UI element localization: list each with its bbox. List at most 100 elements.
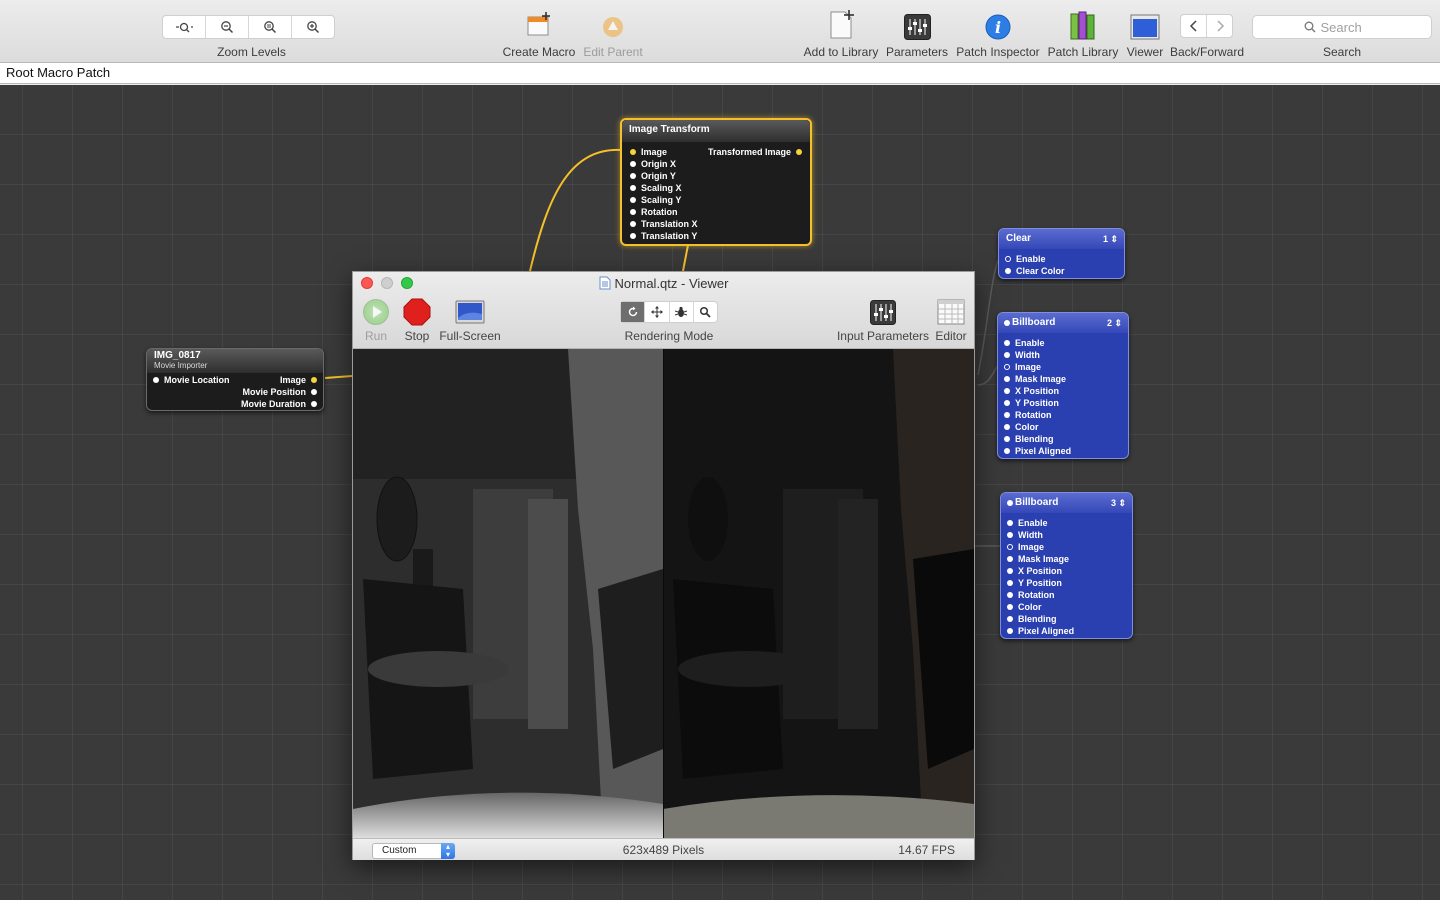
layer-number: 2 [1106, 318, 1112, 328]
port-movie-location[interactable]: Movie Location [153, 374, 230, 386]
rendering-mode-label: Rendering Mode [624, 329, 714, 343]
port-y-position[interactable]: Y Position [1007, 577, 1062, 589]
port-blending[interactable]: Blending [1007, 613, 1057, 625]
port-image[interactable]: Image [630, 146, 667, 158]
port-transformed-image[interactable]: Transformed Image [708, 146, 802, 158]
port-enable[interactable]: Enable [1004, 337, 1045, 349]
rotate-mode-button[interactable] [621, 302, 646, 322]
movie-importer-patch[interactable]: IMG_0817 Movie Importer Movie Location I… [146, 348, 324, 411]
layer-number: 1 [1102, 234, 1108, 244]
move-mode-button[interactable] [645, 302, 670, 322]
port-image[interactable]: Image [1007, 541, 1044, 553]
port-rotation[interactable]: Rotation [1007, 589, 1055, 601]
layer-stepper[interactable]: 1 ⇕ [1103, 234, 1118, 245]
port-x-position[interactable]: X Position [1007, 565, 1062, 577]
add-to-library-button[interactable] [826, 8, 856, 40]
port-dot [630, 209, 636, 215]
port-origin-y[interactable]: Origin Y [630, 170, 676, 182]
billboard-patch-3[interactable]: Billboard 3 ⇕ Enable Width Image Mask Ima… [1000, 492, 1133, 639]
zoom-actual-button[interactable] [249, 16, 292, 38]
port-label: Enable [1018, 518, 1048, 528]
port-clear-color[interactable]: Clear Color [1005, 265, 1065, 277]
port-movie-duration[interactable]: Movie Duration [241, 398, 317, 410]
layer-stepper[interactable]: 2 ⇕ [1107, 318, 1122, 329]
port-image-out[interactable]: Image [280, 374, 317, 386]
books-icon [1070, 11, 1095, 40]
port-pixel-aligned[interactable]: Pixel Aligned [1004, 445, 1071, 457]
port-blending[interactable]: Blending [1004, 433, 1054, 445]
search-field[interactable] [1252, 15, 1432, 39]
port-dot [1005, 268, 1011, 274]
input-parameters-button[interactable] [870, 300, 896, 325]
port-rotation[interactable]: Rotation [1004, 409, 1052, 421]
port-mask-image[interactable]: Mask Image [1007, 553, 1069, 565]
port-label: Image [279, 375, 306, 385]
breadcrumb[interactable]: Root Macro Patch [6, 65, 110, 80]
zoom-in-button[interactable] [292, 16, 334, 38]
zoom-out-button[interactable] [206, 16, 249, 38]
zoom-fit-button[interactable] [163, 16, 206, 38]
play-icon [373, 306, 382, 318]
port-rotation[interactable]: Rotation [630, 206, 678, 218]
clear-patch[interactable]: Clear 1 ⇕ Enable Clear Color [998, 228, 1125, 279]
port-origin-x[interactable]: Origin X [630, 158, 676, 170]
port-movie-position[interactable]: Movie Position [242, 386, 317, 398]
viewer-title-text: Normal.qtz - Viewer [614, 276, 729, 291]
port-width[interactable]: Width [1007, 529, 1043, 541]
viewer-button[interactable] [1130, 14, 1160, 40]
stop-button[interactable] [403, 298, 431, 326]
editor-button[interactable] [937, 299, 965, 325]
port-translation-y[interactable]: Translation Y [630, 230, 697, 242]
port-color[interactable]: Color [1004, 421, 1039, 433]
port-mask-image[interactable]: Mask Image [1004, 373, 1066, 385]
layer-stepper[interactable]: 3 ⇕ [1111, 498, 1126, 509]
patch-inspector-button[interactable]: i [984, 13, 1012, 41]
search-input[interactable] [1320, 19, 1381, 35]
port-y-position[interactable]: Y Position [1004, 397, 1059, 409]
port-pixel-aligned[interactable]: Pixel Aligned [1007, 625, 1074, 637]
back-button[interactable] [1181, 15, 1207, 37]
port-dot [630, 221, 636, 227]
port-translation-x[interactable]: Translation X [630, 218, 698, 230]
inspect-mode-button[interactable] [694, 302, 717, 322]
port-label: Translation Y [641, 231, 698, 241]
run-button[interactable] [363, 299, 389, 325]
create-macro-button[interactable] [524, 10, 554, 40]
port-label: Scaling X [641, 183, 682, 193]
port-x-position[interactable]: X Position [1004, 385, 1059, 397]
image-transform-patch[interactable]: Image Transform Image Origin X Origin Y … [620, 118, 812, 246]
port-dot [1004, 412, 1010, 418]
port-enable[interactable]: Enable [1005, 253, 1046, 265]
port-label: Origin Y [641, 171, 676, 181]
parameters-button[interactable] [904, 14, 931, 40]
port-color[interactable]: Color [1007, 601, 1042, 613]
wire-movie-to-viewer [324, 375, 353, 379]
port-image[interactable]: Image [1004, 361, 1041, 373]
port-width[interactable]: Width [1004, 349, 1040, 361]
layer-number: 3 [1110, 498, 1116, 508]
edit-parent-button[interactable] [599, 13, 627, 41]
patch-title: Billboard 3 ⇕ [1001, 493, 1132, 513]
viewer-render-area[interactable] [353, 349, 974, 838]
port-scaling-y[interactable]: Scaling Y [630, 194, 681, 206]
rendering-mode-control [620, 301, 718, 323]
port-scaling-x[interactable]: Scaling X [630, 182, 682, 194]
editor-label: Editor [935, 329, 967, 343]
billboard-patch-2[interactable]: Billboard 2 ⇕ Enable Width Image Mask Ima… [997, 312, 1129, 459]
viewer-title: Normal.qtz - Viewer [353, 276, 974, 291]
patch-library-button[interactable] [1069, 11, 1097, 41]
port-dot [1004, 388, 1010, 394]
viewer-titlebar: Normal.qtz - Viewer Run Stop Full-Screen [353, 272, 974, 349]
forward-button[interactable] [1207, 15, 1232, 37]
port-dot [1007, 520, 1013, 526]
wire-transform-output-to-billboard [682, 244, 689, 272]
port-enable[interactable]: Enable [1007, 517, 1048, 529]
port-dot [1007, 592, 1013, 598]
create-macro-label: Create Macro [502, 45, 576, 59]
zoom-fit-icon [176, 22, 193, 33]
port-dot [1004, 364, 1010, 370]
stop-octagon-icon [403, 298, 431, 326]
fullscreen-button[interactable] [455, 300, 485, 324]
info-icon: i [985, 14, 1011, 40]
debug-mode-button[interactable] [670, 302, 694, 322]
